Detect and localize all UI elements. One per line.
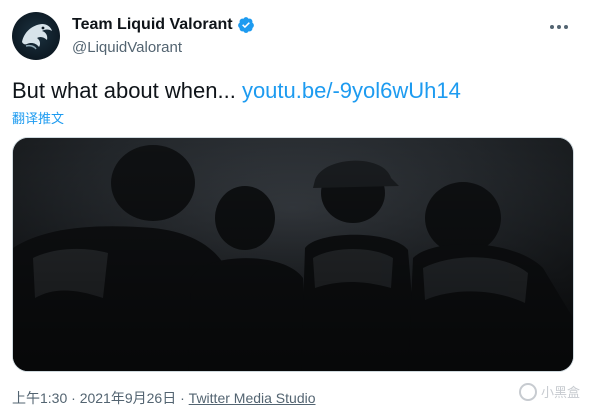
watermark-logo-icon xyxy=(518,382,537,401)
author-handle[interactable]: @LiquidValorant xyxy=(72,39,255,56)
more-dot-icon xyxy=(557,25,561,29)
tweet-text: But what about when... youtu.be/-9yol6wU… xyxy=(12,76,461,106)
display-name-row: Team Liquid Valorant xyxy=(72,14,255,36)
more-options-button[interactable] xyxy=(544,16,574,38)
avatar[interactable] xyxy=(12,12,60,60)
author-names: Team Liquid Valorant @LiquidValorant xyxy=(72,14,255,56)
video-thumbnail xyxy=(13,138,573,371)
more-dot-icon xyxy=(550,25,554,29)
tweet-date[interactable]: 2021年9月26日 xyxy=(80,390,177,406)
tweet-meta: 上午1:30 · 2021年9月26日 · Twitter Media Stud… xyxy=(12,388,316,408)
display-name[interactable]: Team Liquid Valorant xyxy=(72,16,233,34)
watermark-text: 小黑盒 xyxy=(540,385,580,400)
more-dot-icon xyxy=(564,25,568,29)
tweet-link[interactable]: youtu.be/-9yol6wUh14 xyxy=(242,78,461,103)
tweet-header: Team Liquid Valorant @LiquidValorant xyxy=(12,12,578,62)
meta-separator: · xyxy=(67,390,80,406)
meta-separator: · xyxy=(176,390,189,406)
watermark: 小黑盒 xyxy=(518,382,580,401)
tweet-body: But what about when... xyxy=(12,78,242,103)
tweet-source-link[interactable]: Twitter Media Studio xyxy=(189,390,316,406)
tweet-time[interactable]: 上午1:30 xyxy=(12,390,67,406)
tweet-card: Team Liquid Valorant @LiquidValorant But… xyxy=(0,0,590,413)
verified-badge-icon xyxy=(237,17,254,33)
translate-tweet-link[interactable]: 翻译推文 xyxy=(12,108,64,127)
team-liquid-logo-icon xyxy=(22,24,52,50)
tweet-media-video[interactable] xyxy=(12,137,574,372)
